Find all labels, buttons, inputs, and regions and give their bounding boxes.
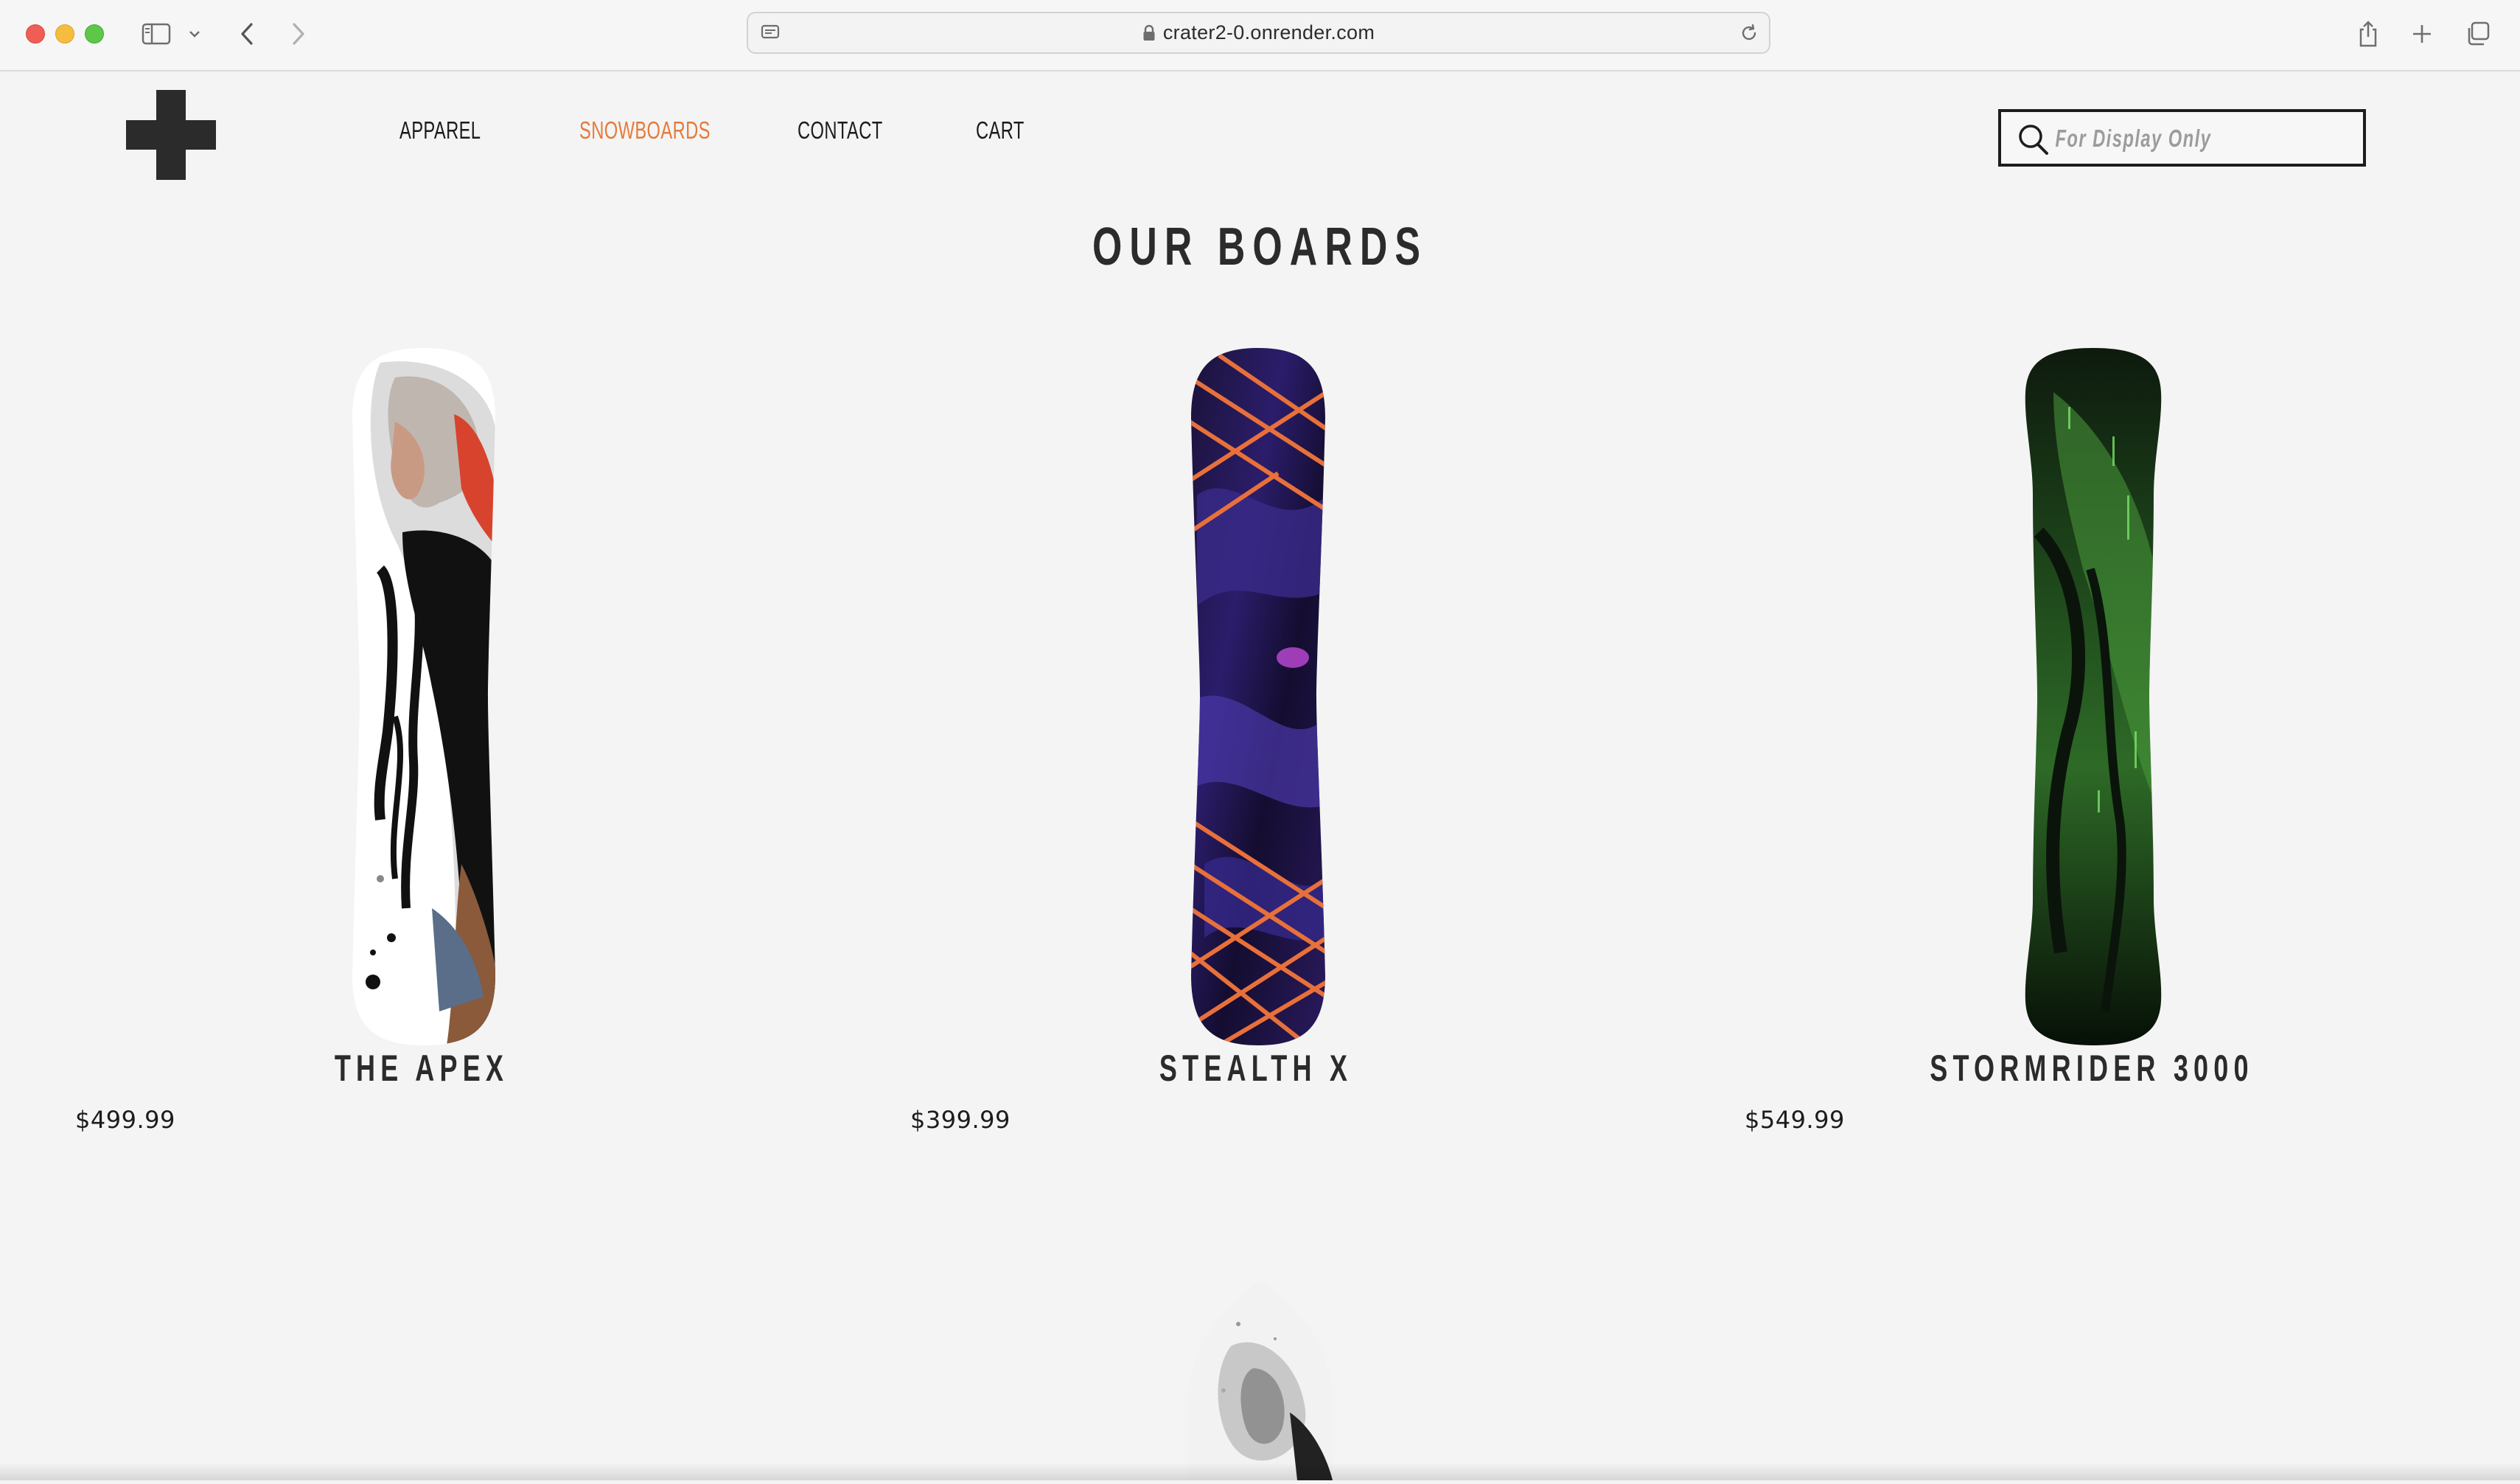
site-logo[interactable] xyxy=(126,90,216,180)
reload-icon[interactable] xyxy=(1738,22,1760,48)
nav-contact[interactable]: CONTACT xyxy=(797,116,883,144)
product-image-stormrider-3000[interactable] xyxy=(2024,348,2163,1045)
product-name[interactable]: THE APEX xyxy=(183,1047,660,1090)
minimize-window-button[interactable] xyxy=(55,24,74,43)
forward-icon[interactable] xyxy=(286,16,311,52)
nav-snowboards[interactable]: SNOWBOARDS xyxy=(579,116,711,144)
back-icon[interactable] xyxy=(234,16,259,52)
chevron-down-icon[interactable] xyxy=(186,16,203,52)
url-text: crater2-0.onrender.com xyxy=(1162,21,1375,43)
product-name[interactable]: STEALTH X xyxy=(1017,1047,1495,1090)
new-tab-icon[interactable] xyxy=(2409,16,2435,52)
product-price: $499.99 xyxy=(75,1106,175,1134)
sidebar-toggle-icon[interactable] xyxy=(140,16,172,52)
product-name[interactable]: STORMRIDER 3000 xyxy=(1853,1047,2331,1090)
browser-toolbar: crater2-0.onrender.com xyxy=(0,0,2520,72)
product-price: $549.99 xyxy=(1745,1106,1845,1134)
nav-apparel[interactable]: APPAREL xyxy=(399,116,481,144)
search-icon xyxy=(2016,122,2050,160)
search-box xyxy=(1998,109,2366,167)
share-icon[interactable] xyxy=(2355,16,2381,52)
page-title: OUR BOARDS xyxy=(1092,217,1428,276)
fullscreen-window-button[interactable] xyxy=(85,24,104,43)
search-input[interactable] xyxy=(2054,118,2269,159)
product-price: $399.99 xyxy=(910,1106,1011,1134)
close-window-button[interactable] xyxy=(26,24,45,43)
product-image-the-apex[interactable] xyxy=(351,348,497,1045)
bottom-edge-shadow xyxy=(0,1463,2520,1480)
tab-overview-icon[interactable] xyxy=(2463,16,2493,52)
product-image-partial[interactable] xyxy=(1187,1280,1334,1480)
lock-icon xyxy=(1142,24,1156,42)
product-image-stealth-x[interactable] xyxy=(1190,348,1327,1045)
nav-cart[interactable]: CART xyxy=(976,116,1025,144)
address-bar[interactable]: crater2-0.onrender.com xyxy=(747,12,1770,54)
